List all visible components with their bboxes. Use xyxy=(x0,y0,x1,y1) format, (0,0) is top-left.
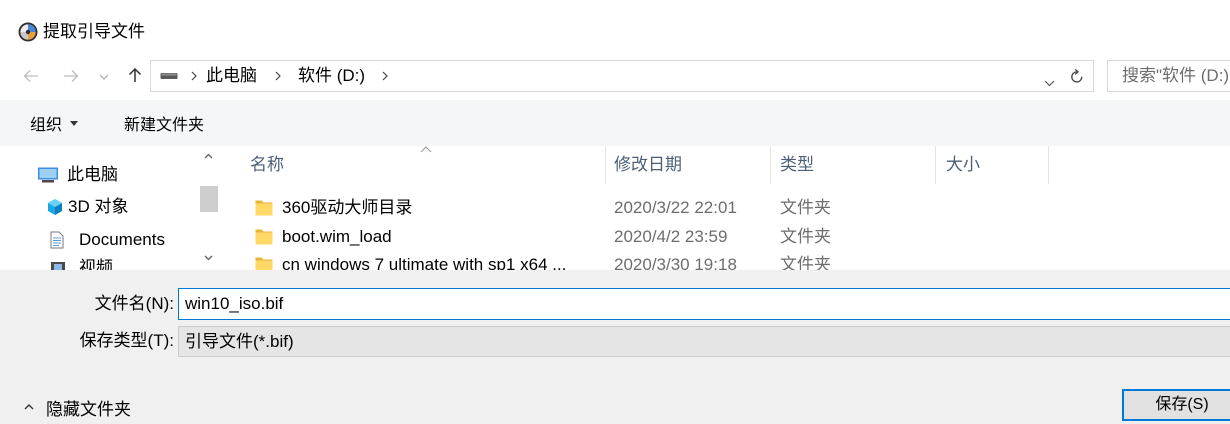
file-list: 名称 修改日期 类型 大小 360驱动大师目录 2020/3/22 22:01 … xyxy=(232,146,1230,270)
organize-label: 组织 xyxy=(30,117,63,134)
back-button[interactable] xyxy=(22,68,40,84)
chevron-down-icon xyxy=(99,74,109,80)
command-toolbar: 组织 新建文件夹 xyxy=(0,100,1230,146)
navigation-pane: 此电脑 3D 对象 Documents 视频 xyxy=(0,146,222,270)
sidebar-item-3d-objects[interactable]: 3D 对象 xyxy=(0,191,196,223)
refresh-button[interactable] xyxy=(1069,68,1085,84)
column-header-size[interactable]: 大小 xyxy=(946,146,980,184)
drive-icon xyxy=(160,72,178,80)
sidebar-item-label: 此电脑 xyxy=(67,165,118,184)
navigation-bar: 此电脑 软件 (D:) xyxy=(0,56,1230,96)
breadcrumb-drive-d[interactable]: 软件 (D:) xyxy=(298,61,365,91)
filetype-label: 保存类型(T): xyxy=(79,331,174,350)
chevron-right-icon[interactable] xyxy=(191,71,197,81)
app-disc-icon xyxy=(18,22,38,42)
caret-down-icon xyxy=(70,120,79,126)
title-bar: 提取引导文件 xyxy=(0,0,1230,50)
file-name: cn windows 7 ultimate with sp1 x64 ... xyxy=(282,255,567,270)
folder-icon xyxy=(255,228,273,245)
sidebar-item-this-pc[interactable]: 此电脑 xyxy=(0,159,196,191)
file-modified-date: 2020/3/22 22:01 xyxy=(614,198,737,217)
filename-label: 文件名(N): xyxy=(94,294,174,313)
sidebar-item-label: 3D 对象 xyxy=(68,197,129,216)
browser-area: 此电脑 3D 对象 Documents 视频 名称 修改日期 类型 大小 360… xyxy=(0,146,1230,270)
video-icon xyxy=(50,261,66,270)
file-row[interactable]: cn windows 7 ultimate with sp1 x64 ... 2… xyxy=(232,251,1048,270)
scroll-up-arrow-icon[interactable] xyxy=(204,153,213,159)
recent-locations-button[interactable] xyxy=(98,73,110,81)
chevron-right-icon[interactable] xyxy=(382,71,388,81)
file-name: 360驱动大师目录 xyxy=(282,198,413,217)
arrow-right-icon xyxy=(63,69,79,83)
folder-icon xyxy=(255,199,273,216)
new-folder-button[interactable]: 新建文件夹 xyxy=(116,109,212,137)
column-header-name[interactable]: 名称 xyxy=(250,146,284,184)
save-options-panel: 文件名(N): 保存类型(T): 引导文件(*.bif) 隐藏文件夹 保存(S) xyxy=(0,270,1230,424)
organize-button[interactable]: 组织 xyxy=(22,109,86,137)
window-title: 提取引导文件 xyxy=(43,22,145,41)
save-button[interactable]: 保存(S) xyxy=(1122,389,1230,421)
column-divider[interactable] xyxy=(1048,146,1049,184)
up-button[interactable] xyxy=(127,66,143,84)
forward-button[interactable] xyxy=(62,68,80,84)
sort-ascending-icon xyxy=(420,146,432,153)
arrow-left-icon xyxy=(23,69,39,83)
filetype-value: 引导文件(*.bif) xyxy=(185,332,294,351)
breadcrumb: 此电脑 软件 (D:) xyxy=(151,61,388,91)
file-modified-date: 2020/4/2 23:59 xyxy=(614,227,728,246)
sidebar-item-label: 视频 xyxy=(79,258,113,270)
chevron-down-icon xyxy=(1044,80,1055,87)
column-header-date-modified[interactable]: 修改日期 xyxy=(614,146,682,184)
column-divider[interactable] xyxy=(935,146,936,184)
file-type: 文件夹 xyxy=(780,198,831,217)
chevron-right-icon[interactable] xyxy=(275,71,281,81)
filetype-select[interactable]: 引导文件(*.bif) xyxy=(178,326,1230,357)
search-box[interactable] xyxy=(1107,60,1230,92)
hide-folders-toggle[interactable]: 隐藏文件夹 xyxy=(22,394,131,420)
address-history-button[interactable] xyxy=(1043,72,1055,87)
breadcrumb-this-pc[interactable]: 此电脑 xyxy=(206,61,257,91)
file-name: boot.wim_load xyxy=(282,227,392,246)
folder-icon xyxy=(255,256,273,270)
document-icon xyxy=(50,231,64,249)
scrollbar-thumb[interactable] xyxy=(200,186,218,212)
this-pc-icon xyxy=(37,167,59,183)
sidebar-item-videos[interactable]: 视频 xyxy=(0,252,196,270)
file-row[interactable]: 360驱动大师目录 2020/3/22 22:01 文件夹 xyxy=(232,194,1048,222)
scroll-down-arrow-icon[interactable] xyxy=(204,255,213,261)
column-header-row: 名称 修改日期 类型 大小 xyxy=(232,146,1230,184)
search-input[interactable] xyxy=(1108,61,1230,91)
column-divider[interactable] xyxy=(770,146,771,184)
column-divider[interactable] xyxy=(605,146,606,184)
cube-3d-icon xyxy=(47,198,63,216)
file-row[interactable]: boot.wim_load 2020/4/2 23:59 文件夹 xyxy=(232,223,1048,251)
refresh-icon xyxy=(1070,68,1084,84)
sidebar-scrollbar[interactable] xyxy=(199,146,219,270)
file-type: 文件夹 xyxy=(780,255,831,270)
arrow-up-icon xyxy=(128,67,142,83)
address-bar[interactable]: 此电脑 软件 (D:) xyxy=(150,60,1094,92)
hide-folders-label: 隐藏文件夹 xyxy=(46,399,131,419)
file-modified-date: 2020/3/30 19:18 xyxy=(614,255,737,270)
column-header-type[interactable]: 类型 xyxy=(780,146,814,184)
file-type: 文件夹 xyxy=(780,227,831,246)
filename-input[interactable] xyxy=(178,288,1230,320)
chevron-up-icon xyxy=(24,404,34,410)
